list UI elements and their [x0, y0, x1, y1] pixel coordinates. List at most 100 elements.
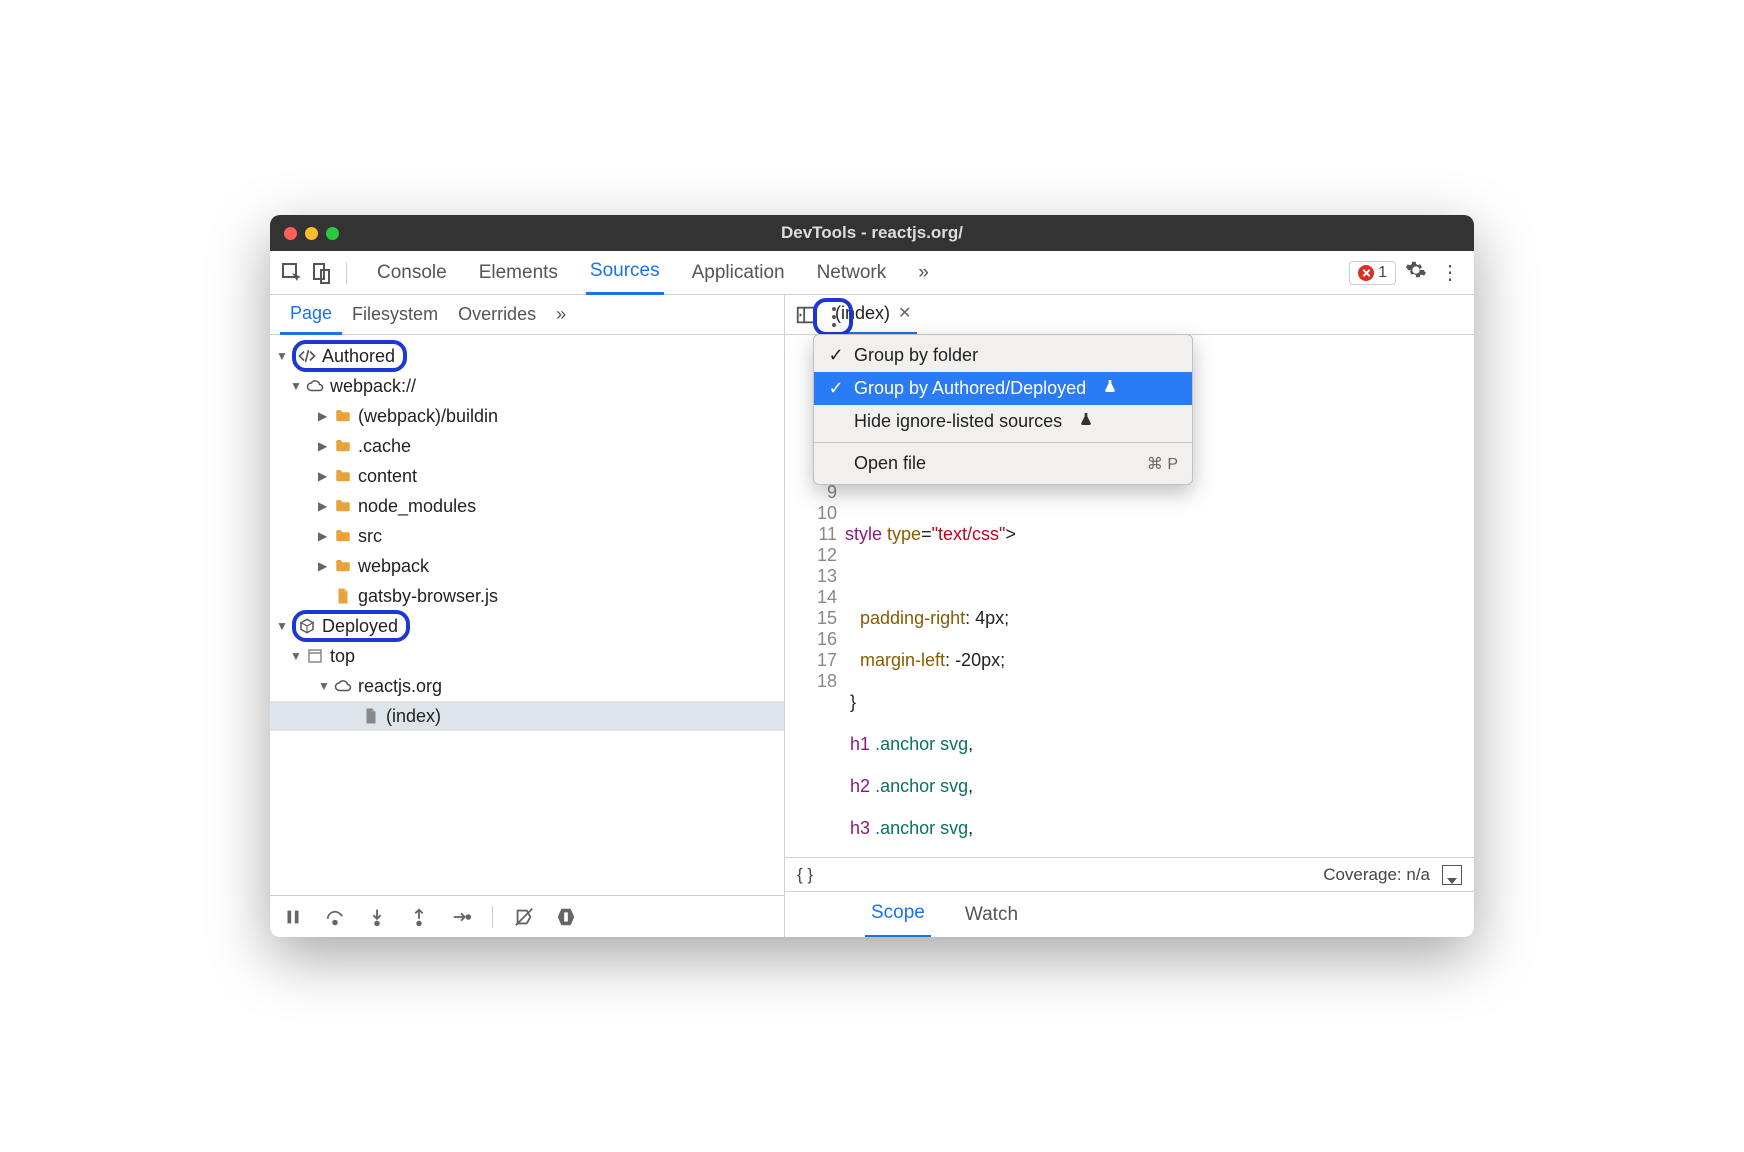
flask-icon [1102, 378, 1118, 399]
subtab-page[interactable]: Page [280, 295, 342, 335]
toolbar-divider [346, 262, 347, 284]
show-navigator-icon[interactable] [795, 304, 817, 326]
flask-icon [1078, 411, 1094, 432]
tree-folder[interactable]: webpack [270, 551, 784, 581]
step-over-icon[interactable] [324, 906, 346, 928]
error-counter[interactable]: 1 [1349, 261, 1396, 285]
tree-label: content [358, 466, 417, 487]
disclosure-triangle-icon[interactable] [318, 409, 328, 423]
navigator-more-options-button[interactable] [826, 303, 842, 331]
file-tab-label: (index) [835, 303, 890, 324]
pretty-print-icon[interactable]: { } [797, 865, 813, 885]
tree-file[interactable]: gatsby-browser.js [270, 581, 784, 611]
deactivate-breakpoints-icon[interactable] [513, 906, 535, 928]
tab-elements[interactable]: Elements [475, 251, 562, 295]
file-tab-index[interactable]: (index) ✕ [829, 295, 917, 335]
tree-folder[interactable]: .cache [270, 431, 784, 461]
cloud-icon [334, 677, 352, 695]
subtabs-overflow[interactable]: » [556, 304, 566, 325]
shortcut-hint: ⌘ P [1147, 454, 1178, 474]
folder-icon [334, 557, 352, 575]
tab-console[interactable]: Console [373, 251, 451, 295]
menu-open-file[interactable]: Open file⌘ P [814, 447, 1192, 480]
subtab-filesystem[interactable]: Filesystem [342, 295, 448, 335]
folder-icon [334, 437, 352, 455]
frame-icon [306, 647, 324, 665]
disclosure-triangle-icon[interactable] [290, 379, 300, 393]
authored-highlight: Authored [292, 340, 407, 372]
file-tabs: (index) ✕ [785, 295, 1474, 335]
collapse-bottom-icon[interactable] [1442, 865, 1462, 885]
disclosure-triangle-icon[interactable] [318, 559, 328, 573]
step-out-icon[interactable] [408, 906, 430, 928]
tree-origin[interactable]: reactjs.org [270, 671, 784, 701]
step-icon[interactable] [450, 906, 472, 928]
deployed-label: Deployed [322, 616, 398, 637]
navigator-panel: Page Filesystem Overrides » Authored web… [270, 295, 785, 937]
tree-label: top [330, 646, 355, 667]
devtools-window: DevTools - reactjs.org/ Console Elements… [270, 215, 1474, 937]
tabs-overflow[interactable]: » [914, 251, 933, 295]
menu-group-by-folder[interactable]: ✓Group by folder [814, 339, 1192, 372]
close-tab-icon[interactable]: ✕ [898, 303, 911, 323]
disclosure-triangle-icon[interactable] [276, 349, 286, 363]
tree-folder[interactable]: (webpack)/buildin [270, 401, 784, 431]
tree-top-frame[interactable]: top [270, 641, 784, 671]
check-icon: ✓ [828, 345, 844, 366]
tree-folder[interactable]: content [270, 461, 784, 491]
tree-folder[interactable]: node_modules [270, 491, 784, 521]
inspect-icon[interactable] [280, 261, 304, 285]
tree-label: (index) [386, 706, 441, 727]
code-icon [298, 347, 316, 365]
disclosure-triangle-icon[interactable] [318, 529, 328, 543]
main-menu-kebab-icon[interactable]: ⋮ [1436, 260, 1464, 285]
tree-label: src [358, 526, 382, 547]
error-icon [1358, 265, 1374, 281]
tab-watch[interactable]: Watch [959, 892, 1024, 938]
title-bar: DevTools - reactjs.org/ [270, 215, 1474, 251]
menu-group-by-authored-deployed[interactable]: ✓Group by Authored/Deployed [814, 372, 1192, 405]
navigator-subtabs: Page Filesystem Overrides » [270, 295, 784, 335]
authored-label: Authored [322, 346, 395, 367]
tree-folder[interactable]: src [270, 521, 784, 551]
disclosure-triangle-icon[interactable] [318, 679, 328, 693]
coverage-label: Coverage: n/a [1323, 865, 1430, 885]
disclosure-triangle-icon[interactable] [318, 499, 328, 513]
pause-on-exceptions-icon[interactable] [555, 906, 577, 928]
folder-icon [334, 467, 352, 485]
tab-network[interactable]: Network [813, 251, 891, 295]
tab-sources[interactable]: Sources [586, 251, 664, 295]
tree-label: webpack [358, 556, 429, 577]
panel-tabs: Console Elements Sources Application Net… [373, 251, 933, 295]
disclosure-triangle-icon[interactable] [318, 439, 328, 453]
folder-icon [334, 527, 352, 545]
menu-separator [814, 442, 1192, 443]
step-into-icon[interactable] [366, 906, 388, 928]
tree-label: .cache [358, 436, 411, 457]
cloud-icon [306, 377, 324, 395]
tree-authored-group[interactable]: Authored [270, 341, 784, 371]
toolbar-divider [492, 906, 493, 928]
debugger-toolbar [270, 895, 784, 937]
debugger-sidebar-tabs: Scope Watch [785, 891, 1474, 937]
tree-label: webpack:// [330, 376, 416, 397]
disclosure-triangle-icon[interactable] [276, 619, 286, 633]
subtab-overrides[interactable]: Overrides [448, 295, 546, 335]
tab-application[interactable]: Application [688, 251, 789, 295]
tree-webpack-root[interactable]: webpack:// [270, 371, 784, 401]
settings-gear-icon[interactable] [1402, 259, 1430, 287]
pause-icon[interactable] [282, 906, 304, 928]
folder-icon [334, 407, 352, 425]
tree-file-index[interactable]: (index) [270, 701, 784, 731]
error-count: 1 [1378, 264, 1387, 282]
disclosure-triangle-icon[interactable] [318, 469, 328, 483]
menu-hide-ignore-listed[interactable]: Hide ignore-listed sources [814, 405, 1192, 438]
tab-scope[interactable]: Scope [865, 892, 931, 938]
context-menu: ✓Group by folder ✓Group by Authored/Depl… [813, 334, 1193, 485]
disclosure-triangle-icon[interactable] [290, 649, 300, 663]
js-file-icon [334, 587, 352, 605]
tree-deployed-group[interactable]: Deployed [270, 611, 784, 641]
window-title: DevTools - reactjs.org/ [270, 223, 1474, 243]
device-toggle-icon[interactable] [310, 261, 334, 285]
folder-icon [334, 497, 352, 515]
